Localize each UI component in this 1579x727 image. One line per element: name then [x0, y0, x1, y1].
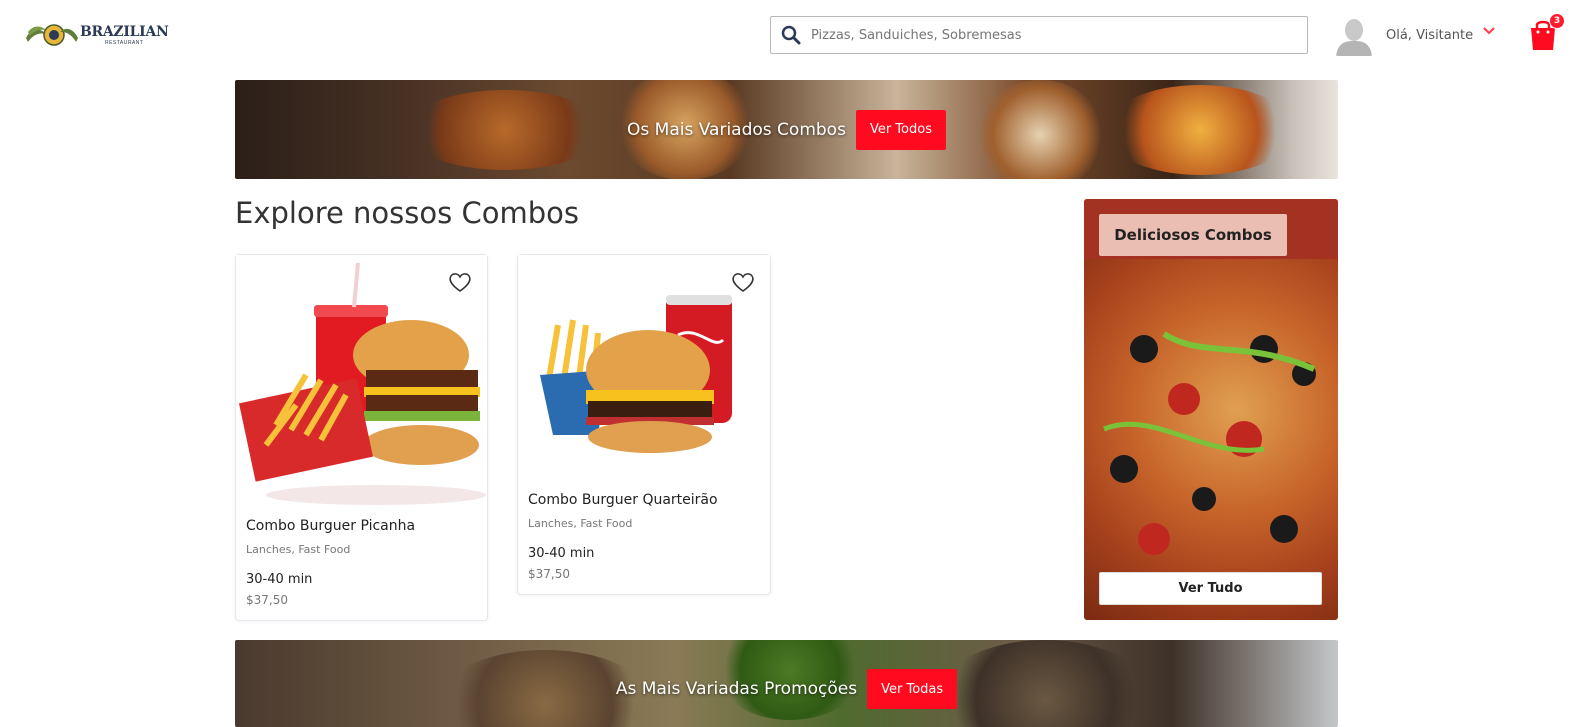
promo-label: Deliciosos Combos: [1099, 214, 1287, 256]
see-all-button[interactable]: Ver Tudo: [1099, 572, 1322, 605]
user-greeting[interactable]: Olá, Visitante: [1386, 28, 1473, 43]
product-image[interactable]: [236, 255, 487, 509]
product-price: $37,50: [246, 593, 288, 607]
see-all-combos-button[interactable]: Ver Todos: [855, 109, 946, 150]
combos-banner: Os Mais Variados Combos Ver Todos: [235, 80, 1338, 179]
avatar[interactable]: [1334, 14, 1374, 56]
cart-button[interactable]: 3: [1527, 13, 1565, 50]
product-title[interactable]: Combo Burguer Picanha: [246, 518, 415, 534]
product-categories: Lanches, Fast Food: [528, 517, 633, 530]
product-categories: Lanches, Fast Food: [246, 543, 351, 556]
banner-title: Os Mais Variados Combos: [627, 119, 846, 140]
search-icon[interactable]: [771, 17, 811, 53]
logo[interactable]: BRAZILIAN RESTAURANT: [24, 18, 169, 52]
banner-food-image: [405, 90, 605, 170]
user-menu[interactable]: Olá, Visitante: [1334, 13, 1495, 57]
product-card[interactable]: Combo Burguer Picanha Lanches, Fast Food…: [235, 254, 488, 621]
logo-title: BRAZILIAN: [80, 23, 169, 40]
delivery-time: 30-40 min: [528, 546, 595, 561]
favorite-heart-icon[interactable]: [448, 271, 472, 293]
see-all-promotions-button[interactable]: Ver Todas: [867, 669, 958, 709]
search-bar[interactable]: [770, 16, 1308, 54]
product-price: $37,50: [528, 567, 570, 581]
delivery-time: 30-40 min: [246, 572, 313, 587]
banner-food-image: [1105, 85, 1295, 175]
search-input[interactable]: [811, 18, 1307, 52]
product-title[interactable]: Combo Burguer Quarteirão: [528, 492, 718, 508]
promotions-banner: As Mais Variadas Promoções Ver Todas: [235, 640, 1338, 727]
favorite-heart-icon[interactable]: [731, 271, 755, 293]
cart-count-badge: 3: [1549, 13, 1565, 29]
banner-title: As Mais Variadas Promoções: [615, 679, 858, 699]
chevron-down-icon[interactable]: [1482, 21, 1496, 35]
logo-emblem-icon: [24, 20, 80, 50]
header: BRAZILIAN RESTAURANT Olá, Visitante: [0, 0, 1579, 70]
section-title: Explore nossos Combos: [235, 196, 579, 230]
pizza-image: [1084, 199, 1338, 555]
banner-food-image: [935, 640, 1155, 727]
logo-subtitle: RESTAURANT: [104, 39, 144, 46]
banner-food-image: [975, 80, 1105, 179]
product-card[interactable]: Combo Burguer Quarteirão Lanches, Fast F…: [517, 254, 771, 595]
promo-card[interactable]: Deliciosos Combos Ver Tudo: [1084, 199, 1338, 620]
